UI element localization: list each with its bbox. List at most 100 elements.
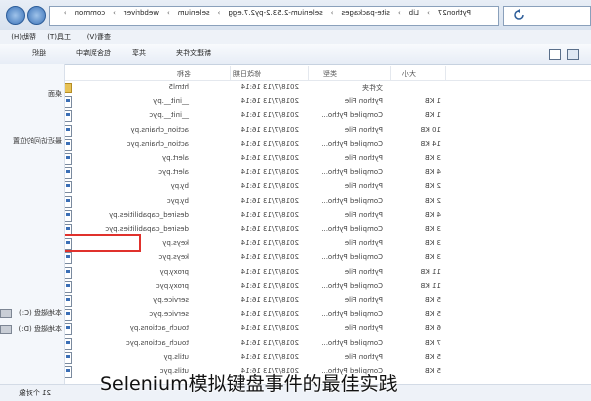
breadcrumb-item[interactable]: Python27 <box>438 9 471 21</box>
table-row[interactable]: keys.py 2018/7/13 16:14 Python File 3 KB <box>62 236 591 251</box>
file-type: Compiled Pytho... <box>321 111 383 120</box>
table-row[interactable]: proxy.py 2018/7/13 16:14 Python File 11 KB <box>62 265 591 279</box>
file-type: Python File <box>344 267 383 276</box>
table-row[interactable]: keys.pyc 2018/7/13 16:14 Compiled Pytho...… <box>62 250 591 265</box>
col-name[interactable]: 名称 <box>177 69 191 79</box>
table-row[interactable]: proxy.pyc 2018/7/13 16:14 Compiled Pytho..… <box>62 279 591 293</box>
file-type: Compiled Pytho... <box>321 281 383 290</box>
file-name: by.pyc <box>166 196 189 205</box>
file-type: Compiled Pytho... <box>321 225 383 233</box>
file-date: 2018/7/13 16:14 <box>240 97 299 106</box>
menu-view[interactable]: 查看(V) <box>87 32 111 42</box>
table-row[interactable]: html5 2018/7/13 16:14 文件夹 <box>59 80 591 94</box>
new-folder-button[interactable]: 新建文件夹 <box>176 48 211 58</box>
table-row[interactable]: touch_actions.py 2018/7/13 16:14 Python Fi… <box>62 321 591 336</box>
file-type: Python File <box>344 125 383 134</box>
breadcrumb-separator-icon[interactable]: › <box>64 9 67 21</box>
file-type: Compiled Pytho... <box>321 338 383 347</box>
file-date: 2018/7/13 16:14 <box>240 281 299 290</box>
table-row[interactable]: by.py 2018/7/13 16:14 Python File 2 KB <box>62 179 591 194</box>
file-name: touch_actions.py <box>129 324 189 333</box>
file-size: 2 KB <box>424 196 441 205</box>
table-row[interactable]: by.pyc 2018/7/13 16:14 Compiled Pytho... 2 … <box>62 194 591 208</box>
share-button[interactable]: 共享 <box>132 48 146 58</box>
file-date: 2018/7/13 16:14 <box>240 210 299 219</box>
file-name: keys.py <box>162 239 189 248</box>
table-row[interactable]: action_chains.pyc 2018/7/13 16:14 Compiled… <box>62 137 591 151</box>
file-name: desired_capabilities.py <box>109 210 189 219</box>
table-row[interactable]: utils.py 2018/7/13 16:14 Python File 5 KB <box>62 350 591 364</box>
file-name: proxy.pyc <box>155 281 189 290</box>
file-date: 2018/7/13 16:14 <box>240 352 299 361</box>
file-date: 2018/7/13 16:14 <box>240 139 299 148</box>
breadcrumb-item[interactable]: webdriver <box>124 9 159 21</box>
col-date[interactable]: 修改日期 <box>233 69 261 79</box>
refresh-icon[interactable] <box>513 9 525 21</box>
nav-buttons <box>4 6 46 25</box>
sidebar-item-drive-d[interactable]: 本地磁盘 (D:) <box>19 324 62 334</box>
breadcrumb-separator-icon[interactable]: › <box>218 9 221 21</box>
file-date: 2018/7/13 16:14 <box>240 125 299 134</box>
table-row[interactable]: __init__.py 2018/7/13 16:14 Python File 1 K… <box>62 94 591 109</box>
file-type: Compiled Pytho... <box>321 310 383 319</box>
file-size: 4 KB <box>424 210 441 219</box>
preview-pane-icon[interactable] <box>567 49 579 60</box>
include-library-button[interactable]: 包含到库中 <box>76 48 111 58</box>
file-name: action_chains.py <box>130 125 189 134</box>
breadcrumb-item[interactable]: Lib <box>409 9 419 21</box>
sidebar-item-drive-c[interactable]: 本地磁盘 (C:) <box>19 308 62 318</box>
breadcrumb-item[interactable]: selenium-2.53.2-py2.7.egg <box>228 9 322 21</box>
file-size: 2 KB <box>424 182 441 191</box>
file-size: 3 KB <box>424 253 441 262</box>
keys-py-highlight <box>53 234 141 252</box>
breadcrumb-item[interactable]: common <box>75 9 106 21</box>
file-date: 2018/7/13 16:14 <box>240 154 299 162</box>
file-size: 11 KB <box>420 281 441 290</box>
col-type[interactable]: 类型 <box>323 69 337 79</box>
menu-help[interactable]: 帮助(H) <box>11 32 36 42</box>
sidebar-item-desktop[interactable]: 桌面 <box>48 89 62 99</box>
file-date: 2018/7/13 16:14 <box>240 310 299 319</box>
file-size: 6 KB <box>424 324 441 333</box>
file-name: alert.pyc <box>158 168 189 177</box>
breadcrumb-separator-icon[interactable]: › <box>113 9 116 21</box>
breadcrumb-item[interactable]: site-packages <box>342 9 390 21</box>
menu-bar: 查看(V) 工具(T) 帮助(H) <box>0 30 591 45</box>
file-size: 5 KB <box>424 296 441 304</box>
view-options-icon[interactable] <box>549 49 561 60</box>
table-row[interactable]: alert.py 2018/7/13 16:14 Python File 3 KB <box>62 151 591 165</box>
drive-d-icon <box>0 325 12 334</box>
organize-button[interactable]: 组织 <box>32 48 46 58</box>
breadcrumb-separator-icon[interactable]: › <box>331 9 334 21</box>
back-icon[interactable] <box>27 6 46 25</box>
file-name: __init__.py <box>153 97 189 106</box>
caption-overlay: Selenium模拟键盘事件的最佳实践 <box>100 373 398 395</box>
table-row[interactable]: alert.pyc 2018/7/13 16:14 Compiled Pytho..… <box>62 165 591 180</box>
table-row[interactable]: touch_actions.pyc 2018/7/13 16:14 Compiled… <box>62 336 591 350</box>
table-row[interactable]: desired_capabilities.py 2018/7/13 16:14 Py… <box>62 208 591 222</box>
sidebar-item-recent[interactable]: 最近访问的位置 <box>13 136 62 146</box>
file-name: touch_actions.pyc <box>125 338 189 347</box>
file-date: 2018/7/13 16:14 <box>240 83 299 91</box>
file-date: 2018/7/13 16:14 <box>240 182 299 191</box>
breadcrumb-separator-icon[interactable]: › <box>427 9 430 21</box>
breadcrumb-item[interactable]: selenium <box>178 9 210 21</box>
breadcrumb-separator-icon[interactable]: › <box>398 9 401 21</box>
breadcrumb-separator-icon[interactable]: › <box>167 9 170 21</box>
file-size: 1 KB <box>424 111 441 120</box>
file-size: 7 KB <box>424 338 441 347</box>
file-size: 10 KB <box>420 125 441 134</box>
file-type: Python File <box>344 97 383 106</box>
drive-c-icon <box>0 309 12 318</box>
table-row[interactable]: action_chains.py 2018/7/13 16:14 Python Fi… <box>62 123 591 137</box>
file-type: Python File <box>344 352 383 361</box>
forward-icon[interactable] <box>6 6 25 25</box>
table-row[interactable]: desired_capabilities.pyc 2018/7/13 16:14 C… <box>62 222 591 236</box>
table-row[interactable]: __init__.pyc 2018/7/13 16:14 Compiled Pyth… <box>62 108 591 123</box>
menu-tools[interactable]: 工具(T) <box>47 32 71 42</box>
file-date: 2018/7/13 16:14 <box>240 196 299 205</box>
table-row[interactable]: service.pyc 2018/7/13 16:14 Compiled Pytho… <box>62 307 591 322</box>
col-size[interactable]: 大小 <box>402 69 416 79</box>
table-row[interactable]: service.py 2018/7/13 16:14 Python File 5 KB <box>62 293 591 307</box>
file-size: 5 KB <box>424 367 441 375</box>
